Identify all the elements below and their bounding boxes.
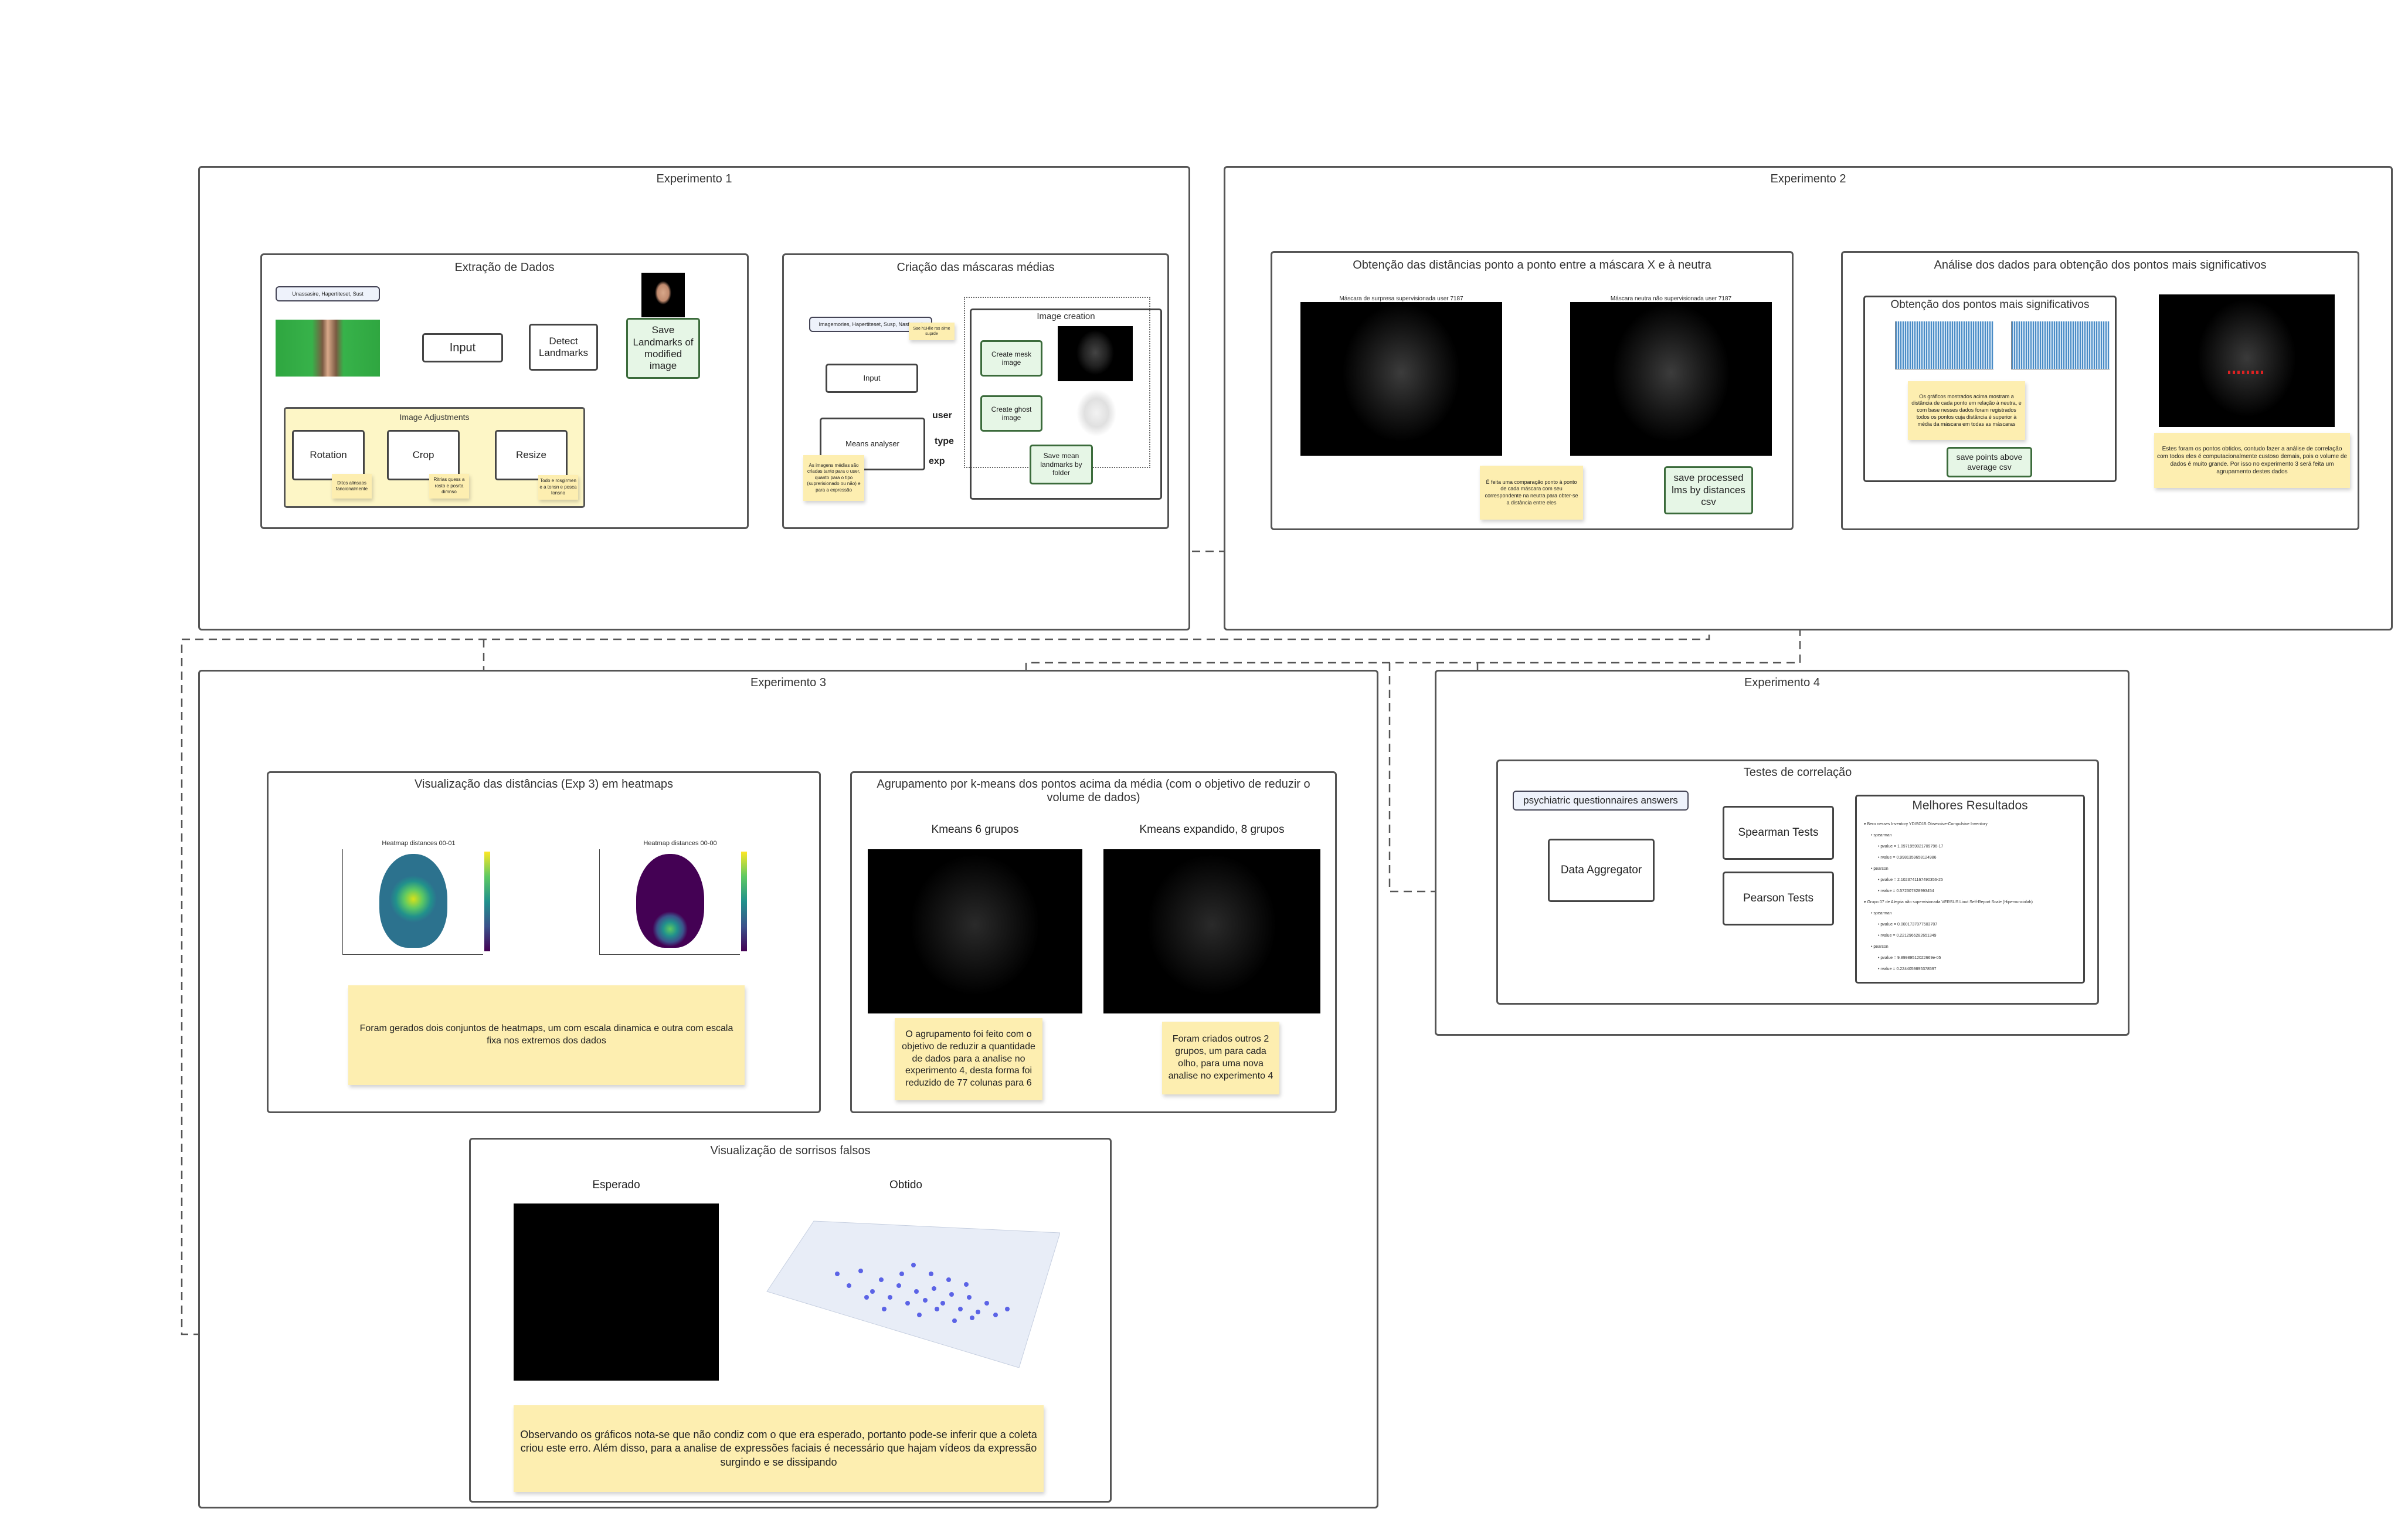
note-pontos-obtidos: Estes foram os pontos obtidos, contudo f… — [2154, 433, 2350, 488]
resultado-line: • pvalue = 1.0971959021709796-17 — [1878, 845, 1944, 849]
esperado-label: Esperado — [592, 1179, 640, 1191]
label-user: user — [932, 411, 952, 421]
resultado-line: • spearman — [1871, 833, 1892, 838]
note-comparacao: É feita uma comparação ponto à ponto de … — [1480, 466, 1583, 520]
spearman-tests-box: Spearman Tests — [1723, 806, 1834, 860]
heatmap-2-colorbar — [741, 852, 747, 951]
crop-box: Crop — [387, 430, 460, 480]
psychiatric-questionnaires-tag: psychiatric questionnaires answers — [1513, 791, 1689, 811]
note-means: As imagens médias são criadas tanto para… — [803, 455, 864, 501]
image-adjustments-title: Image Adjustments — [399, 412, 470, 422]
mascaras-input-box: Input — [826, 364, 918, 393]
create-ghost-image-box: Create ghost image — [980, 395, 1042, 432]
note-resize: Todo e rosgirmen e a tonsn e posca tonsn… — [538, 475, 578, 500]
heatmap-1-colorbar — [484, 852, 490, 951]
rotation-box: Rotation — [292, 430, 365, 480]
save-landmarks-box: Save Landmarks of modified image — [626, 318, 700, 379]
person-photo-small — [641, 273, 685, 317]
heatmap-2-title: Heatmap distances 00-00 — [643, 840, 717, 847]
heatmap-1-plot — [342, 849, 483, 955]
significant-points-image — [2159, 294, 2335, 427]
caption-mask-left: Máscara de surpresa supervisionada user … — [1339, 296, 1463, 302]
caption-mask-right: Máscara neutra não supervisionada user 7… — [1610, 296, 1732, 302]
resultado-line: • rvalue = 0.572307828993454 — [1878, 889, 1934, 893]
resultados-list: ▾ Bero nesses Inventory YDISO15 Obsessiv… — [1864, 819, 2081, 975]
mask-surprise-image — [1300, 302, 1502, 456]
resultado-line: • rvalue = 0.9981359658124986 — [1878, 856, 1937, 860]
note-tag: Sae h1Hlie ras aime suprde — [909, 323, 955, 340]
heatmap-2-face — [636, 854, 704, 948]
melhores-resultados-title: Melhores Resultados — [1912, 799, 2028, 812]
create-mask-image-box: Create mesk image — [980, 340, 1042, 377]
heatmap-2-plot — [599, 849, 740, 955]
obtido-3d-scatter — [766, 1221, 1061, 1368]
distance-bar-chart-left — [1895, 321, 1993, 369]
label-exp: exp — [929, 456, 945, 466]
pearson-tests-box: Pearson Tests — [1723, 872, 1834, 925]
obtido-label: Obtido — [889, 1179, 922, 1191]
detect-landmarks-box: Detect Landmarks — [529, 324, 598, 371]
extracao-input-tag: Unassasire, Hapertiteset, Sust — [276, 286, 380, 301]
experimento-4-title: Experimento 4 — [1744, 676, 1820, 689]
distance-bar-chart-right — [2011, 321, 2110, 369]
kmeans-title: Agrupamento por k-means dos pontos acima… — [877, 778, 1310, 804]
label-type: type — [935, 436, 954, 446]
testes-correlacao-title: Testes de correlação — [1743, 766, 1852, 779]
resultado-line: • pvalue = 0.0001737077503707 — [1878, 923, 1938, 927]
input-box: Input — [422, 333, 503, 362]
melhores-resultados-panel: Melhores Resultados ▾ Bero nesses Invent… — [1855, 795, 2085, 984]
ghost-image-thumbnail — [1073, 389, 1120, 436]
significant-points-markers — [2228, 371, 2266, 374]
resultado-line: • rvalue = 0.2244059895378597 — [1878, 967, 1937, 971]
pontos-significativos-title: Obtenção dos pontos mais significativos — [1890, 299, 2090, 311]
note-kmeans-6: O agrupamento foi feito com o objetivo d… — [895, 1018, 1042, 1100]
experimento-1-title: Experimento 1 — [656, 172, 732, 185]
resultado-line: • pearson — [1871, 945, 1889, 949]
note-crop: Ritrias quess a rosto e posrta dimnso — [429, 474, 469, 499]
esperado-3d-plot — [514, 1203, 719, 1381]
obtido-3d-plot — [755, 1215, 1061, 1368]
resultado-line: • pearson — [1871, 867, 1889, 871]
mask-image-thumbnail — [1058, 326, 1133, 381]
kmeans-8-plot — [1103, 849, 1320, 1013]
save-points-box: save points above average csv — [1947, 447, 2032, 477]
note-kmeans-8: Foram criados outros 2 grupos, um para c… — [1162, 1022, 1279, 1094]
sorrisos-title: Visualização de sorrisos falsos — [710, 1144, 871, 1157]
save-processed-box: save processed lms by distances csv — [1664, 466, 1753, 514]
heatmap-1-face — [379, 854, 447, 948]
note-heatmaps: Foram gerados dois conjuntos de heatmaps… — [348, 985, 745, 1085]
note-sorrisos: Observando os gráficos nota-se que não c… — [514, 1405, 1044, 1492]
dotted-region — [964, 297, 1150, 468]
resultado-line: • pvalue = 2.1023741167490356-25 — [1878, 878, 1943, 882]
resultado-line: ▾ Bero nesses Inventory YDISO15 Obsessiv… — [1864, 822, 1988, 826]
person-photo-greenscreen — [276, 320, 380, 377]
kmeans-6-label: Kmeans 6 grupos — [931, 823, 1019, 836]
save-mean-landmarks-box: Save mean landmarks by folder — [1030, 445, 1093, 484]
resultado-line: • rvalue = 0.2212966282651349 — [1878, 934, 1937, 938]
mask-neutral-image — [1570, 302, 1772, 456]
note-rotation: Ditos alinsaos fancionalmente — [332, 474, 372, 499]
data-aggregator-box: Data Aggregator — [1548, 839, 1655, 902]
kmeans-6-plot — [868, 849, 1082, 1013]
resultado-line: • spearman — [1871, 911, 1892, 916]
experimento-2-title: Experimento 2 — [1770, 172, 1846, 185]
resultado-line: ▾ Grupo 07 de Alegria não supervisionada… — [1864, 900, 2033, 904]
kmeans-8-label: Kmeans expandido, 8 grupos — [1139, 823, 1285, 836]
analise-title: Análise dos dados para obtenção dos pont… — [1934, 259, 2267, 272]
heatmap-1-title: Heatmap distances 00-01 — [382, 840, 456, 847]
criacao-mascaras-title: Criação das máscaras médias — [896, 261, 1055, 274]
distancias-title: Obtenção das distâncias ponto a ponto en… — [1353, 259, 1711, 272]
heatmaps-title: Visualização das distâncias (Exp 3) em h… — [415, 778, 673, 791]
resize-box: Resize — [495, 430, 568, 480]
experimento-3-title: Experimento 3 — [750, 676, 826, 689]
resultado-line: • pvalue = 9.89989512022669e-05 — [1878, 956, 1941, 960]
note-graficos: Os gráficos mostrados acima mostram a di… — [1908, 381, 2025, 440]
